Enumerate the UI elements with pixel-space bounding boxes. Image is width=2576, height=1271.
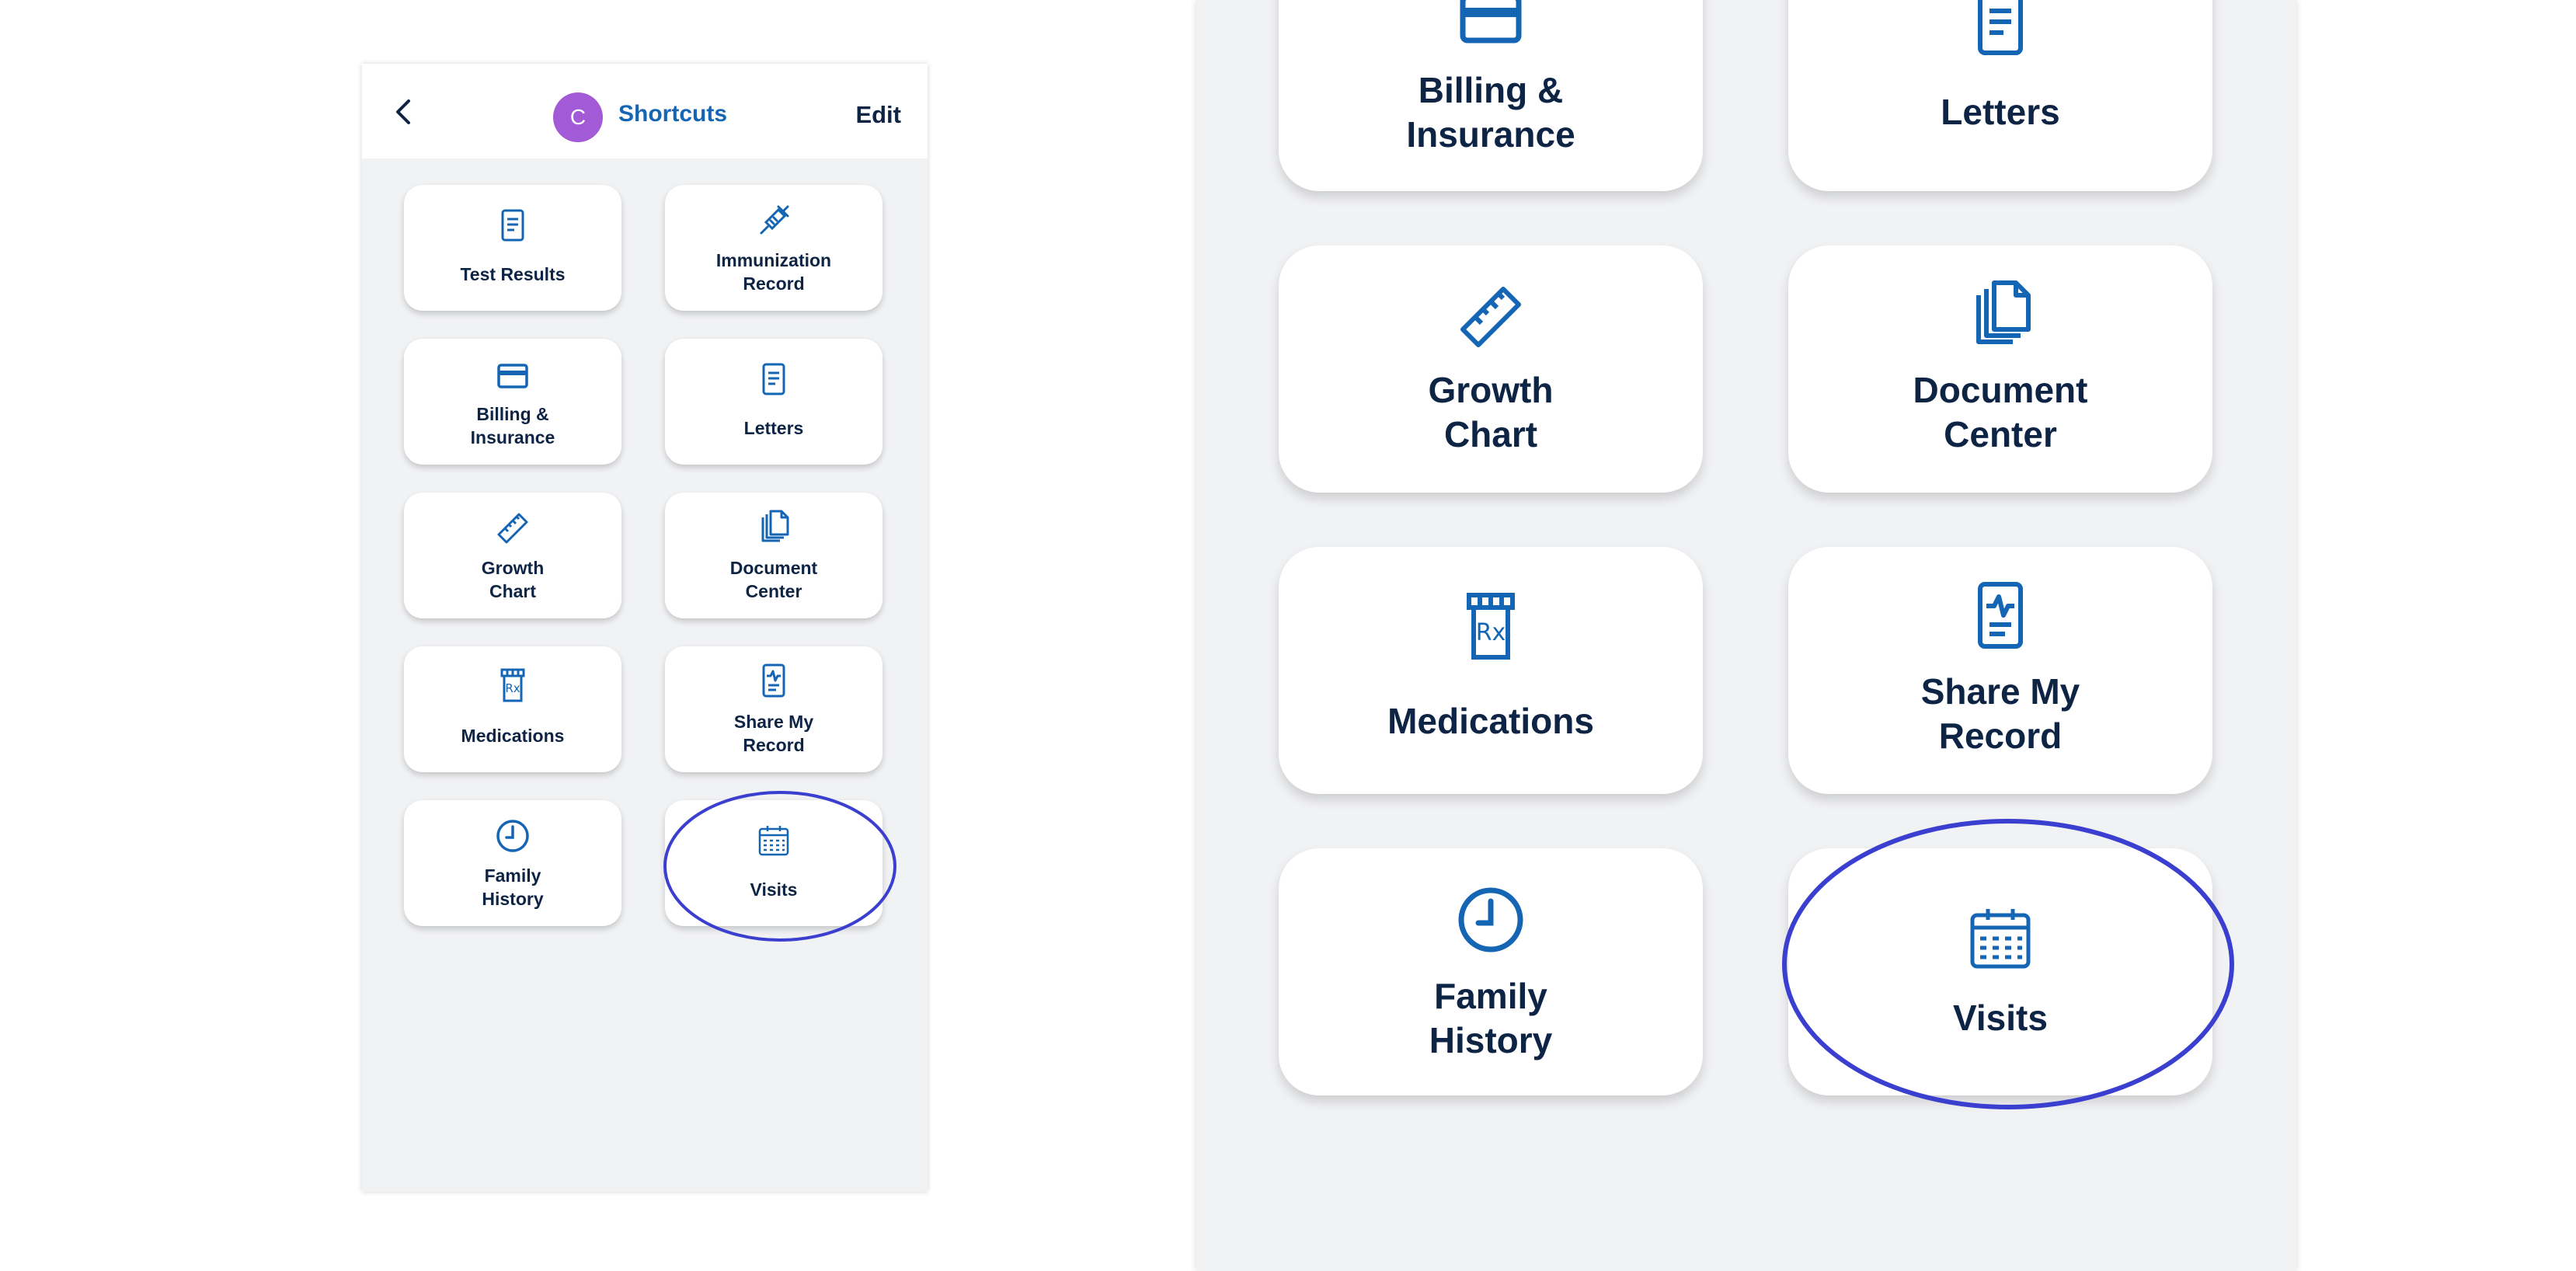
credit-card-icon xyxy=(494,357,531,395)
shortcut-visits[interactable]: Visits xyxy=(665,800,882,926)
zoomed-shortcuts-view: Billing & Insurance Letters Growth Chart… xyxy=(1196,0,2296,1271)
shortcut-letters[interactable]: Letters xyxy=(665,339,882,465)
record-share-icon xyxy=(755,662,792,699)
shortcut-label: Family History xyxy=(1429,976,1553,1060)
svg-text:Rx: Rx xyxy=(1476,619,1506,646)
shortcut-label: Test Results xyxy=(460,264,566,284)
clock-icon xyxy=(494,817,531,855)
shortcut-letters-zoom[interactable]: Letters xyxy=(1788,0,2212,191)
edit-button[interactable]: Edit xyxy=(855,101,901,129)
shortcut-family-history-zoom[interactable]: Family History xyxy=(1279,848,1703,1095)
shortcut-medications-zoom[interactable]: Rx Medications xyxy=(1279,547,1703,794)
documents-icon xyxy=(755,508,792,545)
back-chevron-icon[interactable] xyxy=(388,96,419,127)
shortcut-share-my-record-zoom[interactable]: Share My Record xyxy=(1788,547,2212,794)
shortcut-label: Visits xyxy=(1953,998,2048,1038)
shortcut-billing-insurance-zoom[interactable]: Billing & Insurance xyxy=(1279,0,1703,191)
shortcut-label: Letters xyxy=(743,418,804,438)
shortcut-document-center-zoom[interactable]: Document Center xyxy=(1788,245,2212,493)
calendar-icon xyxy=(755,822,792,859)
shortcut-label: Share My Record xyxy=(1920,671,2080,756)
document-icon xyxy=(494,207,531,244)
shortcut-label: Family History xyxy=(482,865,544,909)
record-share-icon xyxy=(1963,578,2038,653)
shortcut-document-center[interactable]: Document Center xyxy=(665,493,882,618)
documents-icon xyxy=(1963,277,2038,351)
shortcut-label: Share My Record xyxy=(733,712,814,755)
rx-bottle-icon: Rx xyxy=(494,667,531,704)
avatar[interactable]: C xyxy=(553,92,603,142)
shortcut-label: Immunization Record xyxy=(715,250,832,294)
credit-card-icon xyxy=(1453,0,1528,56)
shortcut-label: Billing & Insurance xyxy=(1406,70,1575,155)
shortcut-label: Billing & Insurance xyxy=(470,404,555,447)
shortcut-label: Growth Chart xyxy=(481,558,545,601)
rx-bottle-icon: Rx xyxy=(1453,589,1528,663)
shortcut-growth-chart[interactable]: Growth Chart xyxy=(404,493,621,618)
shortcut-label: Letters xyxy=(1941,92,2060,132)
ruler-icon xyxy=(1453,277,1528,351)
shortcut-label: Visits xyxy=(750,879,798,900)
shortcut-label: Medications xyxy=(461,726,565,746)
shortcut-test-results[interactable]: Test Results xyxy=(404,185,621,311)
shortcut-family-history[interactable]: Family History xyxy=(404,800,621,926)
syringe-icon xyxy=(755,202,792,239)
svg-text:Rx: Rx xyxy=(505,681,520,695)
ruler-icon xyxy=(494,508,531,545)
shortcut-visits-zoom[interactable]: Visits xyxy=(1788,848,2212,1095)
page-title: Shortcuts xyxy=(618,101,728,127)
shortcut-label: Document Center xyxy=(1913,370,2088,454)
shortcut-label: Growth Chart xyxy=(1428,370,1554,454)
header-bar: C Shortcuts Edit xyxy=(362,64,928,158)
calendar-icon xyxy=(1963,901,2038,976)
shortcut-medications[interactable]: Rx Medications xyxy=(404,646,621,772)
shortcut-label: Medications xyxy=(1387,701,1594,741)
letter-icon xyxy=(1963,0,2038,61)
letter-icon xyxy=(755,360,792,398)
phone-screen: C Shortcuts Edit Test Results Immunizati… xyxy=(362,64,928,1192)
shortcut-billing-insurance[interactable]: Billing & Insurance xyxy=(404,339,621,465)
clock-icon xyxy=(1453,883,1528,957)
shortcut-growth-chart-zoom[interactable]: Growth Chart xyxy=(1279,245,1703,493)
shortcut-share-my-record[interactable]: Share My Record xyxy=(665,646,882,772)
shortcut-immunization-record[interactable]: Immunization Record xyxy=(665,185,882,311)
shortcut-label: Document Center xyxy=(729,558,818,601)
